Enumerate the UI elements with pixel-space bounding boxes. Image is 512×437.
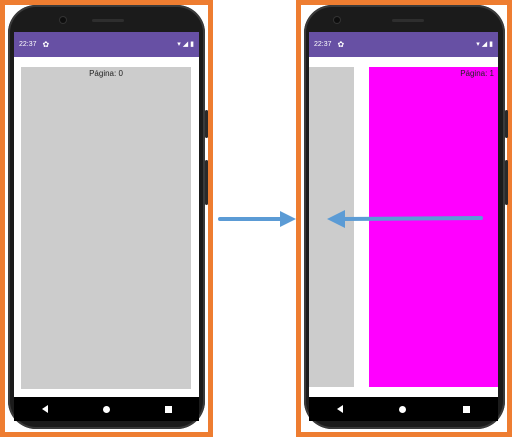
arrow-right-icon	[218, 211, 296, 227]
swipe-arrow-left-icon	[327, 210, 483, 228]
annotation-arrows	[218, 210, 483, 228]
